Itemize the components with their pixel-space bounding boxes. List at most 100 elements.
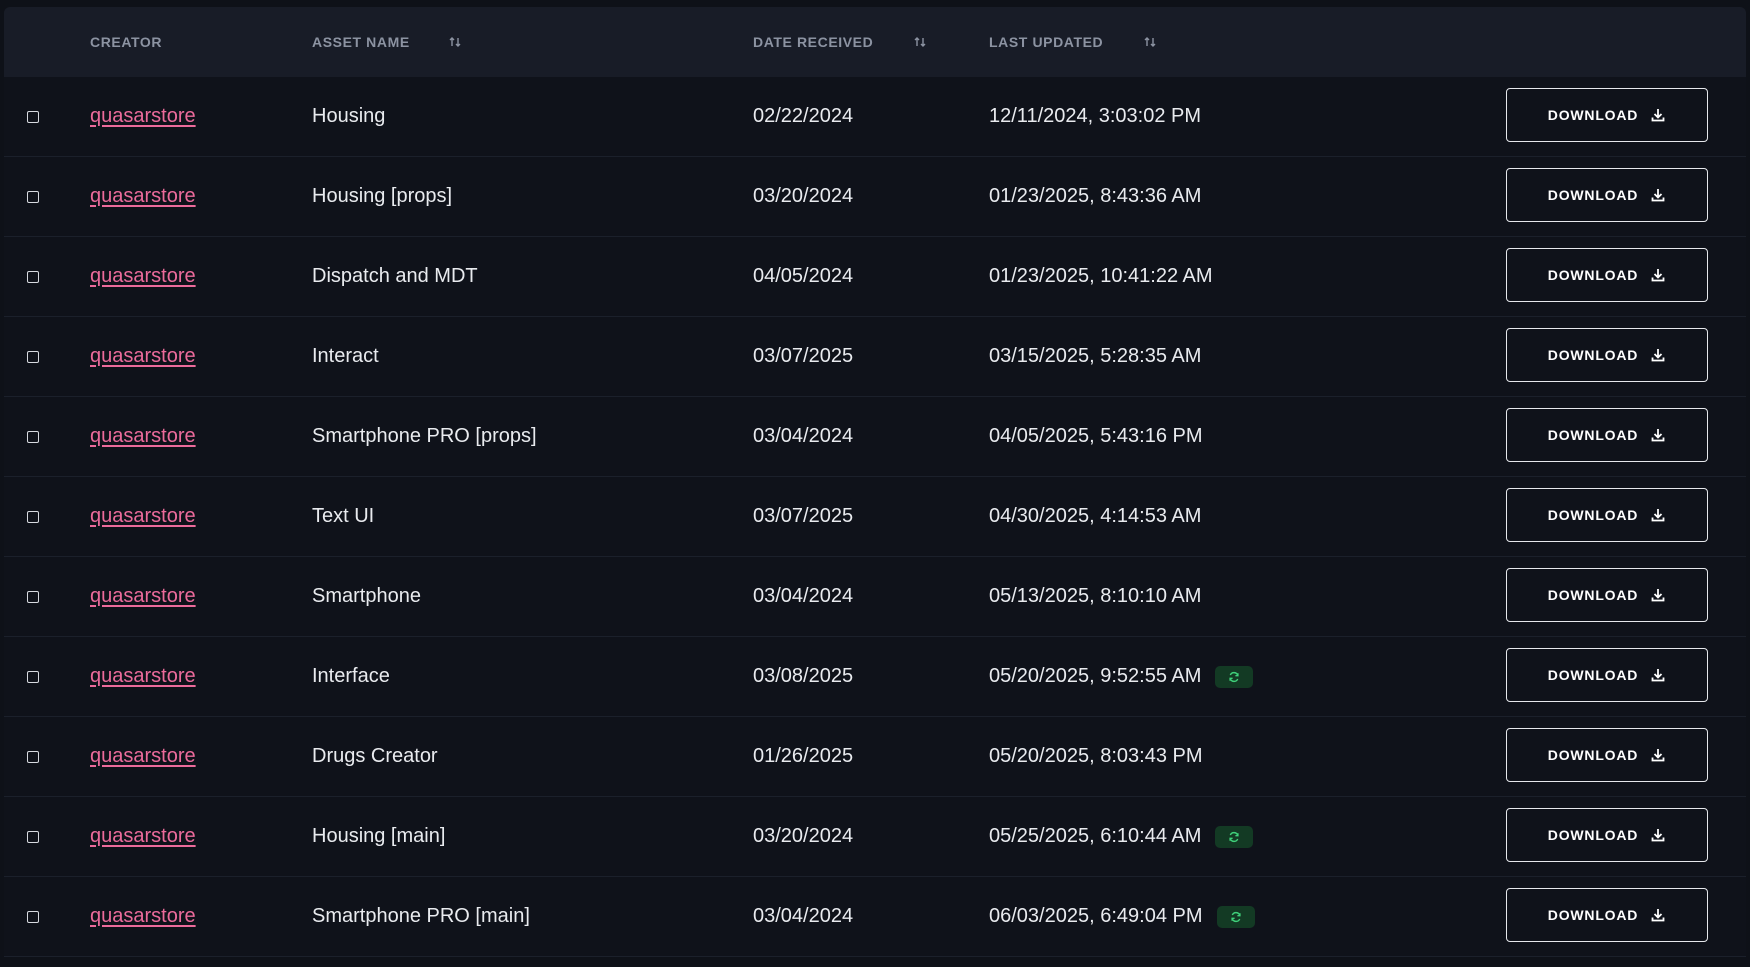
creator-link[interactable]: quasarstore [90, 105, 196, 128]
row-checkbox[interactable] [27, 750, 39, 763]
row-select-cell [27, 477, 39, 556]
creator-cell: quasarstore [90, 157, 196, 236]
row-checkbox[interactable] [27, 830, 39, 843]
creator-link[interactable]: quasarstore [90, 265, 196, 288]
table-row: quasarstore Interact 03/07/2025 03/15/20… [4, 317, 1746, 397]
asset-name: Smartphone PRO [props] [312, 425, 537, 447]
creator-cell: quasarstore [90, 797, 196, 876]
download-button[interactable]: DOWNLOAD [1506, 728, 1708, 782]
last-updated-cell: 04/05/2025, 5:43:16 PM [989, 397, 1203, 476]
last-updated: 05/25/2025, 6:10:44 AM [989, 825, 1202, 847]
column-header-last-updated[interactable]: LAST UPDATED [989, 7, 1157, 77]
sync-icon [1229, 671, 1240, 682]
download-button[interactable]: DOWNLOAD [1506, 248, 1708, 302]
table-row: quasarstore Housing [main] 03/20/2024 05… [4, 797, 1746, 877]
download-button[interactable]: DOWNLOAD [1506, 568, 1708, 622]
download-icon [1651, 589, 1665, 602]
creator-link[interactable]: quasarstore [90, 825, 196, 848]
sync-badge [1216, 905, 1255, 928]
column-header-date-received[interactable]: DATE RECEIVED [753, 7, 927, 77]
last-updated: 12/11/2024, 3:03:02 PM [989, 105, 1202, 127]
creator-cell: quasarstore [90, 637, 196, 716]
last-updated: 01/23/2025, 10:41:22 AM [989, 265, 1213, 287]
table-row: quasarstore Dispatch and MDT 04/05/2024 … [4, 237, 1746, 317]
asset-name: Interact [312, 345, 379, 367]
row-checkbox[interactable] [27, 510, 39, 523]
date-received: 03/07/2025 [753, 505, 854, 527]
table-row: quasarstore Smartphone PRO [props] 03/04… [4, 397, 1746, 477]
download-button[interactable]: DOWNLOAD [1506, 648, 1708, 702]
date-received: 03/08/2025 [753, 665, 854, 687]
download-icon [1651, 349, 1665, 362]
sort-arrows-icon[interactable] [1143, 35, 1157, 49]
row-select-cell [27, 317, 39, 396]
download-button[interactable]: DOWNLOAD [1506, 88, 1708, 142]
asset-name: Drugs Creator [312, 745, 438, 767]
sync-icon [1229, 831, 1240, 842]
row-checkbox[interactable] [27, 350, 39, 363]
download-button[interactable]: DOWNLOAD [1506, 888, 1708, 942]
sync-icon [1230, 911, 1241, 922]
column-header-creator: CREATOR [90, 34, 163, 50]
sort-arrows-icon[interactable] [448, 35, 462, 49]
date-received: 03/20/2024 [753, 825, 854, 847]
last-updated-cell: 06/03/2025, 6:49:04 PM [989, 877, 1255, 956]
row-checkbox[interactable] [27, 110, 39, 123]
table-row: quasarstore Smartphone 03/04/2024 05/13/… [4, 557, 1746, 637]
row-checkbox[interactable] [27, 670, 39, 683]
row-select-cell [27, 637, 39, 716]
asset-name: Text UI [312, 505, 375, 527]
download-icon [1651, 269, 1665, 282]
download-icon [1651, 749, 1665, 762]
row-select-cell [27, 557, 39, 636]
creator-cell: quasarstore [90, 77, 196, 156]
creator-link[interactable]: quasarstore [90, 585, 196, 608]
row-select-cell [27, 397, 39, 476]
date-received: 03/04/2024 [753, 585, 854, 607]
last-updated: 04/30/2025, 4:14:53 AM [989, 505, 1202, 527]
table-row: quasarstore Housing 02/22/2024 12/11/202… [4, 77, 1746, 157]
download-label: DOWNLOAD [1547, 907, 1639, 923]
download-button[interactable]: DOWNLOAD [1506, 488, 1708, 542]
column-header-asset-name[interactable]: ASSET NAME [312, 7, 462, 77]
row-select-cell [27, 717, 39, 796]
creator-link[interactable]: quasarstore [90, 905, 196, 928]
creator-link[interactable]: quasarstore [90, 505, 196, 528]
row-select-cell [27, 877, 39, 956]
table-row: quasarstore Housing [props] 03/20/2024 0… [4, 157, 1746, 237]
download-label: DOWNLOAD [1547, 507, 1639, 523]
creator-link[interactable]: quasarstore [90, 425, 196, 448]
download-label: DOWNLOAD [1547, 267, 1639, 283]
row-checkbox[interactable] [27, 430, 39, 443]
row-checkbox[interactable] [27, 590, 39, 603]
download-label: DOWNLOAD [1547, 347, 1639, 363]
creator-cell: quasarstore [90, 237, 196, 316]
table-header: CREATOR ASSET NAME DATE RECEIVED LAST UP… [4, 7, 1746, 77]
download-button[interactable]: DOWNLOAD [1506, 328, 1708, 382]
creator-link[interactable]: quasarstore [90, 345, 196, 368]
asset-name: Dispatch and MDT [312, 265, 478, 287]
download-button[interactable]: DOWNLOAD [1506, 168, 1708, 222]
creator-link[interactable]: quasarstore [90, 745, 196, 768]
asset-name: Housing [main] [312, 825, 446, 847]
download-label: DOWNLOAD [1547, 747, 1639, 763]
download-icon [1651, 429, 1665, 442]
creator-link[interactable]: quasarstore [90, 185, 196, 208]
asset-name: Housing [312, 105, 386, 127]
asset-name: Smartphone PRO [main] [312, 905, 530, 927]
last-updated: 05/13/2025, 8:10:10 AM [989, 585, 1202, 607]
sort-arrows-icon[interactable] [913, 35, 927, 49]
row-checkbox[interactable] [27, 270, 39, 283]
row-checkbox[interactable] [27, 190, 39, 203]
table-body: quasarstore Housing 02/22/2024 12/11/202… [4, 77, 1746, 957]
date-received: 02/22/2024 [753, 105, 854, 127]
table-row: quasarstore Drugs Creator 01/26/2025 05/… [4, 717, 1746, 797]
creator-link[interactable]: quasarstore [90, 665, 196, 688]
row-checkbox[interactable] [27, 910, 39, 923]
last-updated-cell: 05/25/2025, 6:10:44 AM [989, 797, 1254, 876]
download-button[interactable]: DOWNLOAD [1506, 808, 1708, 862]
last-updated-cell: 01/23/2025, 8:43:36 AM [989, 157, 1201, 236]
download-button[interactable]: DOWNLOAD [1506, 408, 1708, 462]
download-icon [1651, 909, 1665, 922]
last-updated: 05/20/2025, 9:52:55 AM [989, 665, 1202, 687]
